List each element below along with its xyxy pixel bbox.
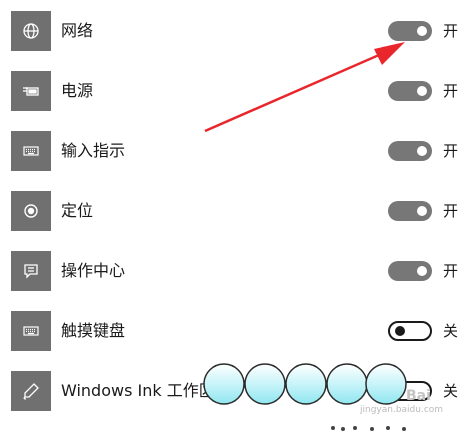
toggle-state-text: 开: [443, 202, 459, 220]
setting-label: 操作中心: [61, 261, 126, 280]
setting-label: 输入指示: [61, 141, 126, 160]
keyboard-icon: [11, 311, 51, 351]
toggle-knob: [417, 86, 427, 96]
toggle-state-text: 关: [443, 322, 459, 340]
setting-row-location: 定位 开: [0, 191, 474, 251]
action-center-icon: [11, 251, 51, 291]
network-toggle[interactable]: [388, 21, 432, 41]
toggle-knob: [395, 386, 405, 396]
toggle-state-text: 开: [443, 82, 459, 100]
setting-label: 定位: [61, 201, 94, 220]
keyboard-icon: [11, 131, 51, 171]
toggle-state-text: 开: [443, 22, 459, 40]
toggle-knob: [417, 26, 427, 36]
watermark-url: jingyan.baidu.com: [360, 405, 444, 415]
pen-icon: [11, 371, 51, 411]
globe-icon: [11, 11, 51, 51]
setting-row-windows-ink: Windows Ink 工作区 关: [0, 371, 474, 431]
toggle-state-text: 关: [443, 382, 459, 400]
setting-row-network: 网络 开: [0, 11, 474, 71]
watermark-logo: Bai: [406, 388, 431, 404]
toggle-knob: [417, 206, 427, 216]
toggle-knob: [417, 146, 427, 156]
power-toggle[interactable]: [388, 81, 432, 101]
setting-row-touch-keyboard: 触摸键盘 关: [0, 311, 474, 371]
setting-row-power: 电源 开: [0, 71, 474, 131]
toggle-knob: [395, 326, 405, 336]
location-icon: [11, 191, 51, 231]
setting-row-input-indicator: 输入指示 开: [0, 131, 474, 191]
setting-label: Windows Ink 工作区: [61, 381, 215, 400]
setting-label: 电源: [61, 81, 94, 100]
location-toggle[interactable]: [388, 201, 432, 221]
setting-label: 触摸键盘: [61, 321, 126, 340]
input-indicator-toggle[interactable]: [388, 141, 432, 161]
toggle-state-text: 开: [443, 262, 459, 280]
setting-row-action-center: 操作中心 开: [0, 251, 474, 311]
toggle-knob: [417, 266, 427, 276]
touch-keyboard-toggle[interactable]: [388, 321, 432, 341]
action-center-toggle[interactable]: [388, 261, 432, 281]
toggle-state-text: 开: [443, 142, 459, 160]
setting-label: 网络: [61, 21, 94, 40]
battery-plug-icon: [11, 71, 51, 111]
